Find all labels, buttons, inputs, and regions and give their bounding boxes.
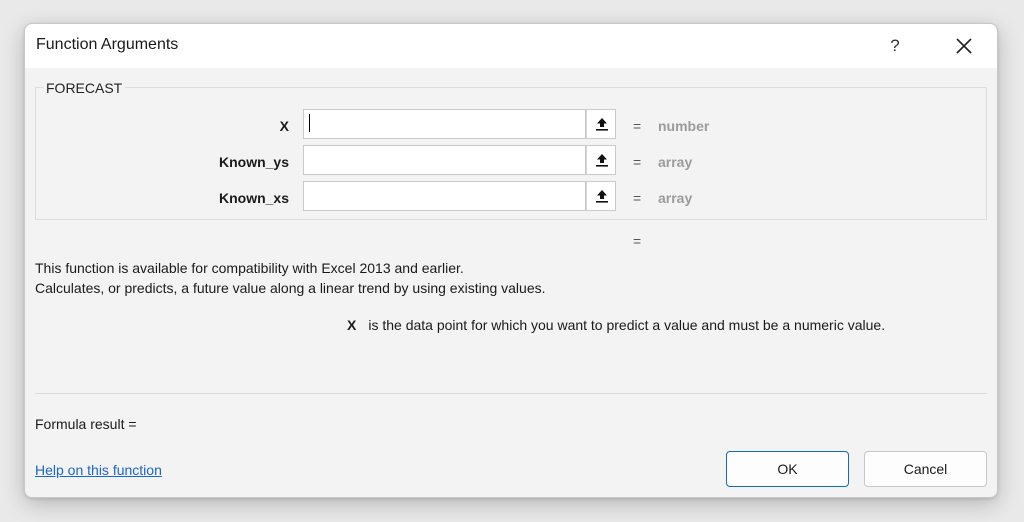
divider [35,393,987,394]
function-description: Calculates, or predicts, a future value … [35,280,546,296]
function-name: FORECAST [43,80,126,96]
help-on-function-link[interactable]: Help on this function [35,462,162,478]
argument-help: Xis the data point for which you want to… [347,317,885,333]
function-compat-note: This function is available for compatibi… [35,260,464,276]
function-result-equals: = [633,233,642,249]
formula-result-label: Formula result = [35,416,137,432]
function-arguments-dialog: Function Arguments ? FORECAST X = number… [24,23,998,498]
dialog-title: Function Arguments [36,36,179,53]
arg-label-known-ys: Known_ys [218,154,289,170]
arg-label-known-xs: Known_xs [218,190,289,206]
upload-arrow-icon [596,154,608,167]
arg-input-known-xs[interactable] [303,181,586,211]
arg-result-known-xs: array [658,190,693,206]
text-caret [309,114,310,132]
ok-button[interactable]: OK [726,451,849,487]
title-bar: Function Arguments ? [25,24,997,68]
arg-input-x[interactable] [303,109,586,139]
equals-sign: = [633,118,642,134]
collapse-dialog-button-known-ys[interactable] [586,145,616,175]
collapse-dialog-button-x[interactable] [586,109,616,139]
argument-help-text: is the data point for which you want to … [368,317,886,333]
collapse-dialog-button-known-xs[interactable] [586,181,616,211]
upload-arrow-icon [596,118,608,131]
arg-input-known-ys[interactable] [303,145,586,175]
upload-arrow-icon [596,190,608,203]
equals-sign: = [633,190,642,206]
argument-help-name: X [347,317,357,333]
arg-label-x: X [279,118,289,134]
equals-sign: = [633,154,642,170]
help-button[interactable]: ? [882,32,908,60]
arg-result-x: number [658,118,710,134]
arg-result-known-ys: array [658,154,693,170]
cancel-button[interactable]: Cancel [864,451,987,487]
close-icon[interactable] [950,32,978,60]
